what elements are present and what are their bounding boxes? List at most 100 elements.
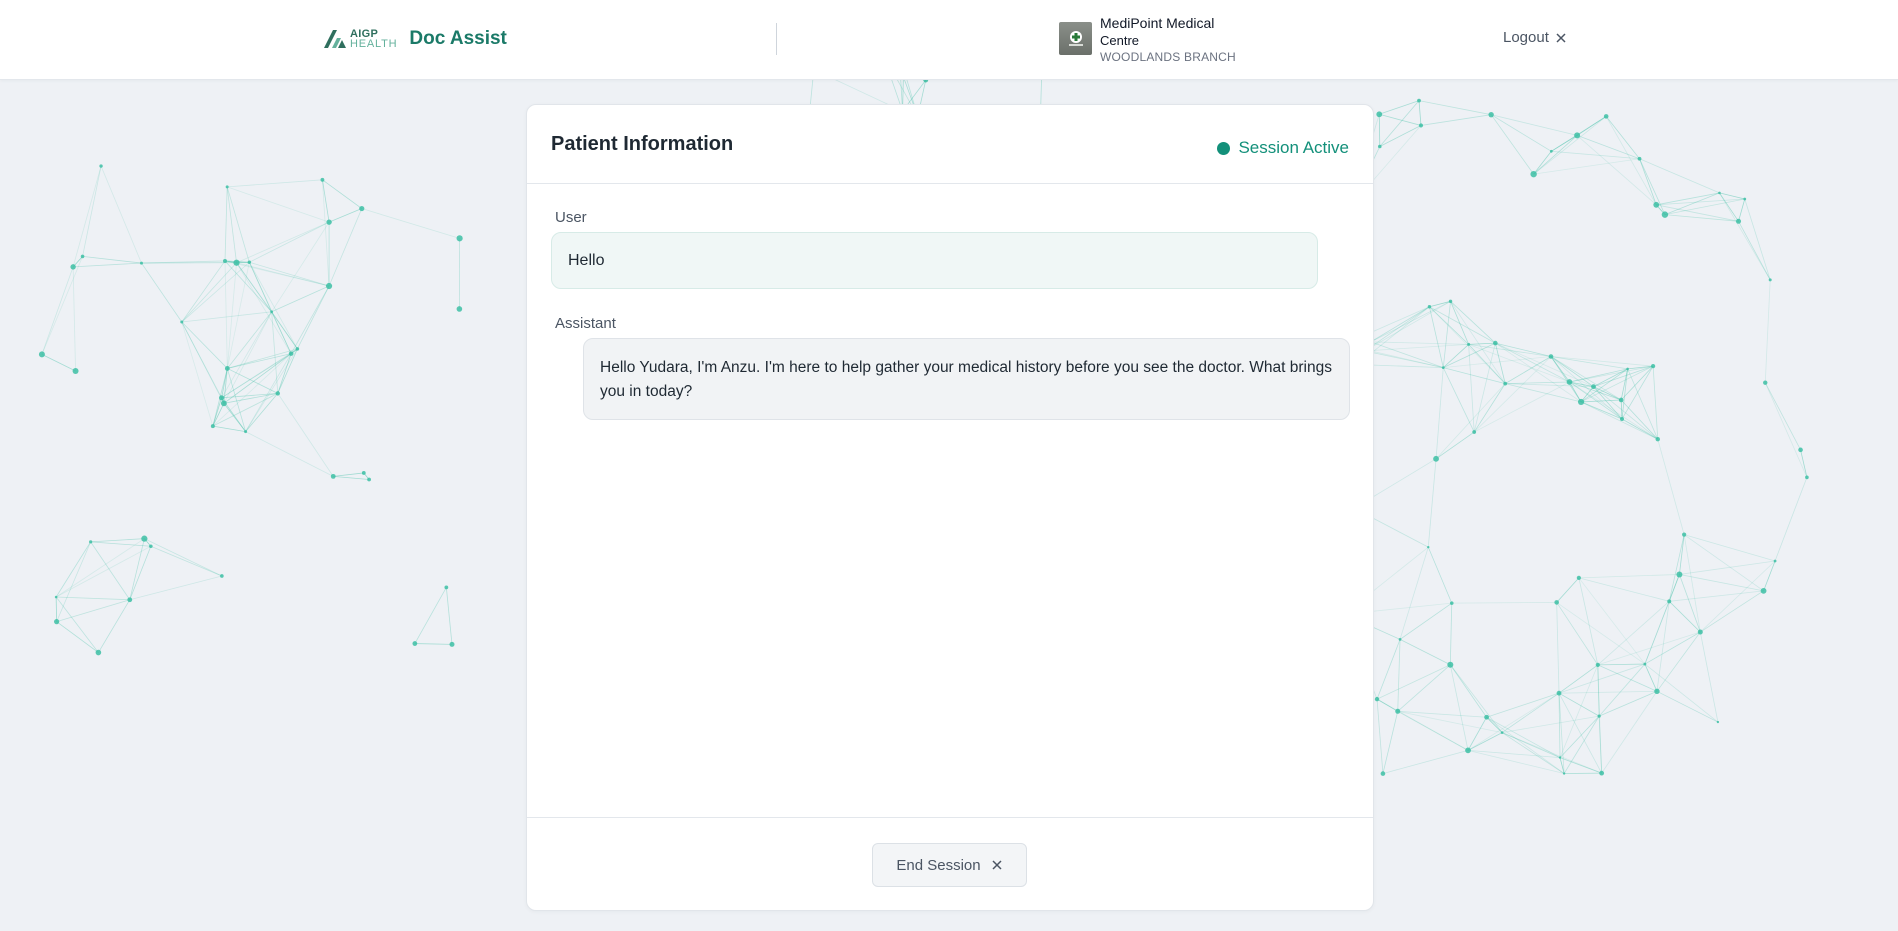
network-edge — [150, 545, 223, 577]
network-edge — [1578, 577, 1670, 602]
top-header: AIGP HEALTH Doc Assist MediPoint Medical… — [0, 0, 1898, 80]
user-message: Hello — [551, 232, 1318, 289]
network-edge — [1679, 574, 1701, 633]
session-status-label: Session Active — [1238, 138, 1349, 157]
clinic-info: MediPoint Medical Centre WOODLANDS BRANC… — [1059, 14, 1236, 65]
network-edge — [290, 285, 330, 354]
network-edge — [55, 538, 145, 598]
network-edge — [1495, 342, 1582, 403]
network-node — [326, 219, 332, 225]
network-edge — [56, 541, 92, 622]
network-node — [1417, 98, 1421, 103]
assistant-message: Hello Yudara, I'm Anzu. I'm here to help… — [583, 338, 1350, 420]
header-divider — [776, 23, 777, 55]
network-edge — [1486, 716, 1565, 774]
network-node — [1603, 114, 1609, 119]
network-edge — [1449, 603, 1453, 665]
clinic-logo-icon — [1059, 22, 1092, 55]
network-edge — [1597, 663, 1645, 666]
network-edge — [56, 621, 99, 653]
network-edge — [333, 472, 364, 477]
network-edge — [1578, 574, 1680, 579]
network-node — [54, 595, 58, 599]
network-edge — [1501, 732, 1565, 774]
network-node — [180, 320, 184, 324]
network-edge — [129, 575, 222, 601]
network-node — [1654, 688, 1660, 695]
logout-button[interactable]: Logout — [1503, 29, 1567, 46]
network-node — [225, 185, 229, 189]
brand[interactable]: AIGP HEALTH Doc Assist — [324, 24, 507, 54]
network-node — [149, 544, 153, 549]
network-node — [1595, 662, 1600, 667]
network-node — [95, 649, 102, 656]
network-edge — [1379, 125, 1422, 147]
network-node — [1448, 299, 1453, 304]
network-node — [1651, 364, 1656, 369]
network-node — [1805, 475, 1809, 480]
network-node — [325, 282, 333, 290]
network-edge — [226, 186, 237, 263]
network-node — [1467, 342, 1471, 346]
network-edge — [144, 538, 223, 577]
network-edge — [1684, 534, 1776, 562]
network-edge — [1683, 534, 1764, 592]
network-edge — [1699, 631, 1719, 723]
network-edge — [1505, 383, 1582, 403]
network-node — [1599, 770, 1605, 776]
network-edge — [1429, 306, 1506, 384]
network-node — [361, 471, 366, 475]
network-node — [1619, 416, 1624, 421]
network-node — [1488, 111, 1494, 118]
network-node — [330, 473, 336, 479]
network-edge — [226, 186, 250, 263]
network-node — [1773, 559, 1777, 563]
network-edge — [1551, 135, 1578, 152]
network-edge — [224, 186, 228, 261]
network-edge — [181, 321, 222, 398]
network-edge — [322, 179, 330, 287]
network-edge — [1664, 214, 1739, 222]
network-edge — [1370, 306, 1430, 343]
network-node — [1427, 545, 1430, 549]
network-edge — [73, 262, 142, 268]
network-edge — [249, 221, 330, 263]
network-edge — [1397, 664, 1451, 712]
network-edge — [1376, 698, 1398, 712]
network-node — [1760, 587, 1767, 594]
network-node — [223, 258, 228, 263]
network-edge — [221, 392, 278, 399]
network-edge — [236, 262, 292, 354]
network-edge — [1467, 692, 1560, 751]
network-edge — [277, 393, 334, 477]
network-node — [1591, 384, 1596, 390]
network-node — [1637, 156, 1642, 161]
network-edge — [1486, 692, 1560, 718]
end-session-button[interactable]: End Session — [872, 843, 1027, 887]
network-edge — [414, 643, 453, 645]
network-edge — [1558, 690, 1657, 694]
network-node — [1626, 367, 1629, 371]
network-edge — [1382, 749, 1469, 774]
network-edge — [221, 348, 298, 399]
network-edge — [90, 541, 131, 600]
network-edge — [1644, 631, 1701, 665]
network-edge — [1429, 306, 1444, 368]
network-node — [1682, 532, 1687, 537]
network-node — [220, 400, 227, 407]
network-edge — [1605, 116, 1657, 205]
network-node — [139, 261, 143, 265]
network-node — [1653, 201, 1660, 208]
network-edge — [1379, 113, 1422, 126]
network-node — [1493, 340, 1498, 346]
network-edge — [100, 165, 142, 264]
network-node — [1377, 144, 1382, 149]
network-edge — [1533, 135, 1578, 175]
network-node — [1798, 447, 1803, 453]
network-node — [270, 310, 274, 314]
network-edge — [1450, 301, 1469, 345]
network-edge — [1652, 366, 1659, 440]
network-edge — [1559, 757, 1602, 774]
network-edge — [1501, 692, 1560, 733]
network-node — [244, 430, 248, 434]
